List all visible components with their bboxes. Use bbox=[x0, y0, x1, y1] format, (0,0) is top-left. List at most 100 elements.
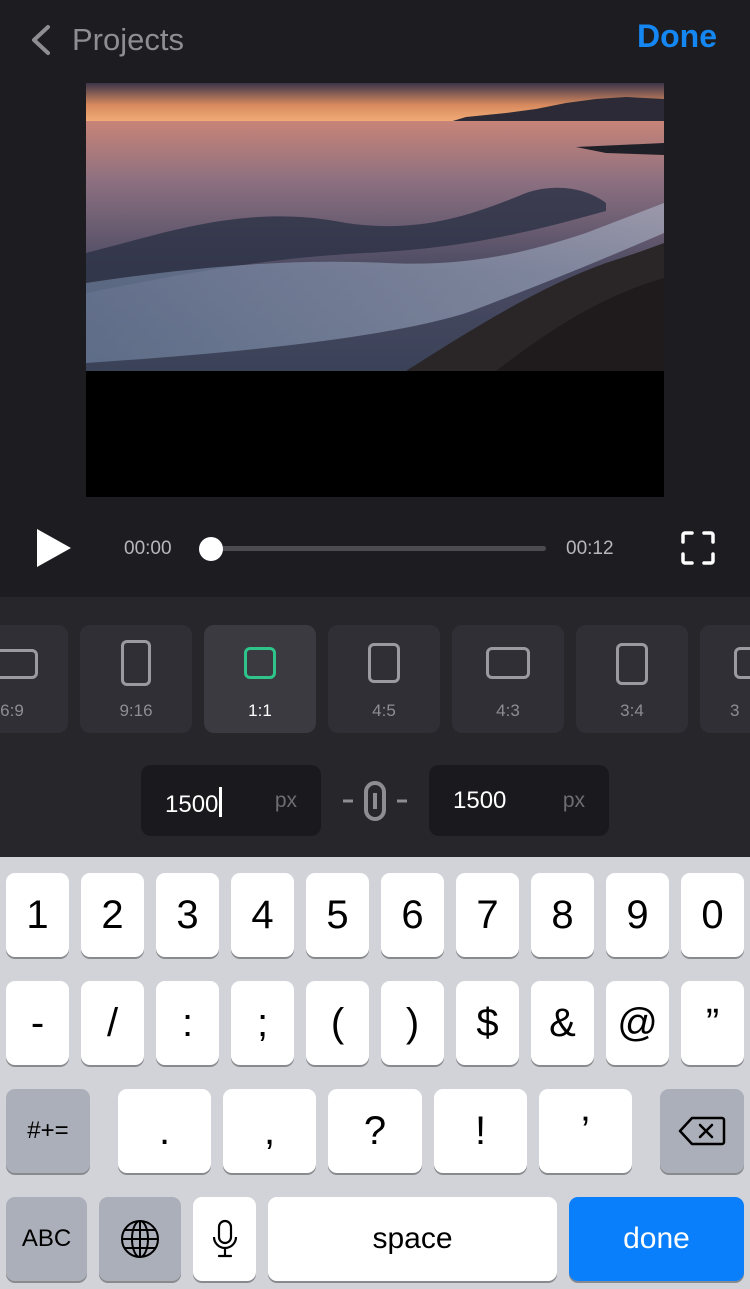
keyboard-done-key[interactable]: done bbox=[569, 1197, 744, 1281]
key-ampersand[interactable]: & bbox=[531, 981, 594, 1065]
key-label: done bbox=[623, 1222, 690, 1255]
key-3[interactable]: 3 bbox=[156, 873, 219, 957]
key-label: 7 bbox=[476, 892, 499, 937]
backspace-icon bbox=[678, 1116, 726, 1146]
width-input[interactable]: 1500 px bbox=[141, 765, 321, 836]
key-8[interactable]: 8 bbox=[531, 873, 594, 957]
key-9[interactable]: 9 bbox=[606, 873, 669, 957]
key-close-paren[interactable]: ) bbox=[381, 981, 444, 1065]
ratio-option[interactable]: 4:5 bbox=[328, 625, 440, 733]
key-colon[interactable]: : bbox=[156, 981, 219, 1065]
back-button[interactable]: Projects bbox=[28, 18, 184, 62]
key-label: , bbox=[263, 1108, 276, 1153]
ratio-label: 3:4 bbox=[620, 701, 644, 720]
key-label: . bbox=[158, 1108, 171, 1153]
landscape-frame-icon bbox=[0, 649, 38, 679]
aspect-ratio-list[interactable]: 6:9 9:16 1:1 4:5 4:3 3:4 3 bbox=[0, 625, 750, 733]
back-label: Projects bbox=[72, 22, 184, 57]
key-label: 5 bbox=[326, 892, 349, 937]
width-value: 1500 bbox=[165, 787, 223, 819]
key-label: @ bbox=[617, 1000, 658, 1045]
play-icon[interactable] bbox=[34, 528, 74, 568]
ratio-option[interactable]: 3 bbox=[700, 625, 750, 733]
key-1[interactable]: 1 bbox=[6, 873, 69, 957]
space-key[interactable]: space bbox=[268, 1197, 557, 1281]
key-label: ) bbox=[405, 1000, 420, 1045]
ratio-option[interactable]: 6:9 bbox=[0, 625, 68, 733]
square-frame-icon bbox=[244, 647, 276, 679]
microphone-key[interactable] bbox=[193, 1197, 256, 1281]
globe-key[interactable] bbox=[99, 1197, 181, 1281]
video-preview[interactable] bbox=[86, 83, 664, 497]
aspect-ratio-panel: 6:9 9:16 1:1 4:5 4:3 3:4 3 1500 px 1500 … bbox=[0, 597, 750, 857]
key-4[interactable]: 4 bbox=[231, 873, 294, 957]
key-question[interactable]: ? bbox=[328, 1089, 422, 1173]
ratio-option-selected[interactable]: 1:1 bbox=[204, 625, 316, 733]
key-2[interactable]: 2 bbox=[81, 873, 144, 957]
key-label: ( bbox=[330, 1000, 345, 1045]
ratio-option[interactable]: 4:3 bbox=[452, 625, 564, 733]
key-label: 3 bbox=[176, 892, 199, 937]
key-label: : bbox=[181, 1000, 194, 1045]
key-dollar[interactable]: $ bbox=[456, 981, 519, 1065]
key-label: 4 bbox=[251, 892, 274, 937]
key-quote[interactable]: ” bbox=[681, 981, 744, 1065]
key-label: / bbox=[106, 1000, 119, 1045]
key-label: - bbox=[30, 1000, 45, 1045]
landscape-frame-icon bbox=[486, 647, 530, 679]
height-input[interactable]: 1500 px bbox=[429, 765, 609, 836]
ratio-label: 1:1 bbox=[248, 701, 272, 720]
current-time: 00:00 bbox=[124, 538, 172, 559]
key-label: & bbox=[549, 1000, 576, 1045]
timeline-track[interactable] bbox=[210, 546, 546, 551]
abc-key[interactable]: ABC bbox=[6, 1197, 87, 1281]
key-exclamation[interactable]: ! bbox=[434, 1089, 527, 1173]
key-label: ABC bbox=[21, 1225, 72, 1252]
timeline-scrubber[interactable] bbox=[199, 537, 223, 561]
chevron-left-icon bbox=[32, 25, 50, 55]
total-duration: 00:12 bbox=[566, 538, 614, 559]
key-5[interactable]: 5 bbox=[306, 873, 369, 957]
ratio-label: 9:16 bbox=[119, 701, 153, 720]
text-caret bbox=[219, 787, 223, 817]
ratio-label: 3 bbox=[730, 701, 740, 720]
key-0[interactable]: 0 bbox=[681, 873, 744, 957]
height-unit: px bbox=[562, 789, 585, 812]
key-label: ” bbox=[705, 1000, 720, 1045]
ratio-label: 4:5 bbox=[372, 701, 396, 720]
key-7[interactable]: 7 bbox=[456, 873, 519, 957]
key-slash[interactable]: / bbox=[81, 981, 144, 1065]
landscape-frame-icon bbox=[734, 647, 750, 679]
globe-icon bbox=[121, 1220, 159, 1258]
key-at[interactable]: @ bbox=[606, 981, 669, 1065]
key-apostrophe[interactable]: ’ bbox=[539, 1089, 632, 1173]
key-comma[interactable]: , bbox=[223, 1089, 316, 1173]
key-period[interactable]: . bbox=[118, 1089, 211, 1173]
key-label: $ bbox=[476, 1000, 499, 1045]
width-unit: px bbox=[274, 789, 297, 812]
done-button[interactable]: Done bbox=[637, 18, 717, 55]
key-label: ? bbox=[363, 1108, 387, 1153]
key-label: 6 bbox=[401, 892, 424, 937]
ratio-option[interactable]: 9:16 bbox=[80, 625, 192, 733]
link-icon[interactable] bbox=[340, 779, 410, 823]
ratio-label: 6:9 bbox=[0, 701, 24, 720]
key-label: ’ bbox=[581, 1108, 590, 1153]
symbols-key[interactable]: #+= bbox=[6, 1089, 90, 1173]
microphone-icon bbox=[212, 1219, 237, 1258]
sunset-beach-image bbox=[86, 83, 664, 371]
key-hyphen[interactable]: - bbox=[6, 981, 69, 1065]
key-label: 2 bbox=[101, 892, 124, 937]
fullscreen-icon[interactable] bbox=[680, 530, 716, 566]
key-label: 9 bbox=[626, 892, 649, 937]
key-label: ! bbox=[474, 1108, 487, 1153]
key-label: 0 bbox=[701, 892, 724, 937]
numeric-keyboard: 1 2 3 4 5 6 7 8 9 0 - / : ; ( ) $ & @ ” … bbox=[0, 857, 750, 1289]
ratio-option[interactable]: 3:4 bbox=[576, 625, 688, 733]
backspace-key[interactable] bbox=[660, 1089, 744, 1173]
key-open-paren[interactable]: ( bbox=[306, 981, 369, 1065]
key-semicolon[interactable]: ; bbox=[231, 981, 294, 1065]
key-6[interactable]: 6 bbox=[381, 873, 444, 957]
portrait-frame-icon bbox=[616, 643, 648, 685]
key-label: 8 bbox=[551, 892, 574, 937]
